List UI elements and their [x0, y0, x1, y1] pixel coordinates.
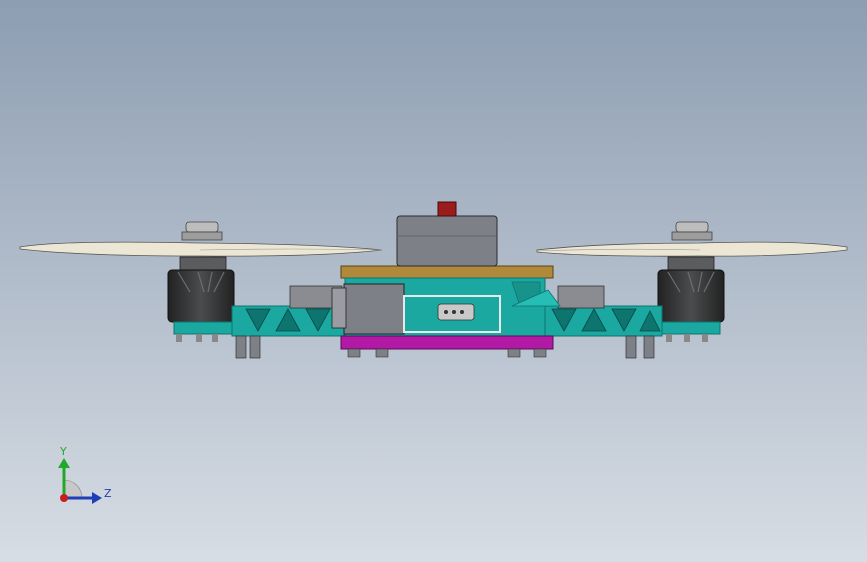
y-axis-label: Y	[59, 445, 67, 458]
battery-box	[396, 215, 498, 267]
top-plate	[340, 265, 554, 279]
triad-origin	[60, 494, 68, 502]
right-prop-nut	[675, 221, 709, 233]
bottom-plate	[340, 335, 554, 350]
indicator	[437, 201, 457, 217]
drone-model-view[interactable]: Y Z	[0, 0, 867, 562]
z-axis-label: Z	[104, 487, 112, 500]
camera-box	[343, 283, 405, 335]
cad-viewport[interactable]: Y Z	[0, 0, 867, 562]
left-prop-nut	[185, 221, 219, 233]
